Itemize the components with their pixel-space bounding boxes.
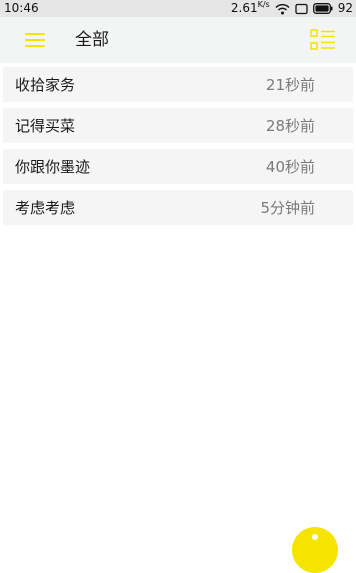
list-item[interactable]: 考虑考虑 5分钟前 [3,190,353,225]
add-icon [312,534,318,540]
status-icons: 2.61K/s 92 [231,0,353,17]
network-speed: 2.61K/s [231,0,270,17]
list-item[interactable]: 记得买菜 28秒前 [3,108,353,143]
item-title: 考虑考虑 [15,199,76,217]
network-speed-unit: K/s [257,0,270,9]
item-title: 记得买菜 [15,117,76,135]
network-speed-value: 2.61 [230,1,258,15]
item-time: 5分钟前 [260,199,315,217]
item-title: 你跟你墨迹 [15,158,91,176]
status-time: 10:46 [4,1,39,15]
list-view-icon[interactable] [310,28,336,52]
list-item[interactable]: 收拾家务 21秒前 [3,67,353,102]
task-list: 收拾家务 21秒前 记得买菜 28秒前 你跟你墨迹 40秒前 考虑考虑 5分钟前 [0,63,356,231]
list-item[interactable]: 你跟你墨迹 40秒前 [3,149,353,184]
toolbar: 全部 [0,17,356,63]
screen-rotation-icon [295,3,308,14]
hamburger-menu-icon[interactable] [22,30,48,50]
wifi-icon [275,3,290,14]
item-time: 40秒前 [265,158,315,176]
battery-icon [312,3,333,14]
status-bar: 10:46 2.61K/s 92 [0,0,356,17]
item-title: 收拾家务 [15,76,76,94]
item-time: 28秒前 [265,117,315,135]
page-title: 全部 [75,30,109,50]
item-time: 21秒前 [265,76,315,94]
add-button[interactable] [292,527,338,573]
battery-level: 92 [337,1,353,15]
